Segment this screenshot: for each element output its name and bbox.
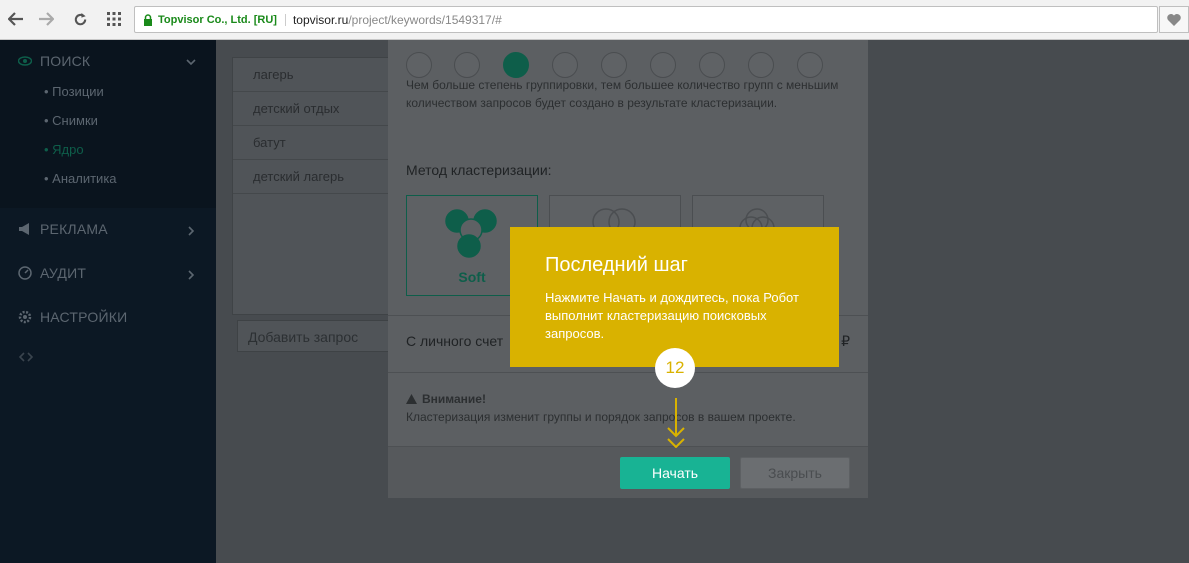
close-button[interactable]: Закрыть <box>740 457 850 489</box>
subitem-label: Позиции <box>52 84 104 99</box>
apps-button[interactable] <box>104 9 124 29</box>
arrow-left-icon <box>8 12 23 26</box>
currency-symbol: ₽ <box>841 333 850 349</box>
sidebar-item-label: ПОИСК <box>40 53 91 69</box>
tour-tooltip: Последний шаг Нажмите Начать и дождитесь… <box>510 227 839 367</box>
tooltip-title: Последний шаг <box>545 254 688 276</box>
warning-icon <box>406 394 417 404</box>
sidebar-item-ads[interactable]: РЕКЛАМА <box>18 221 108 237</box>
sidebar: ПОИСК • Позиции • Снимки • Ядро • Аналит… <box>0 40 216 563</box>
url-host: topvisor.ru <box>292 12 349 27</box>
chevron-right-icon[interactable] <box>188 270 195 280</box>
lock-icon <box>144 13 152 26</box>
chevron-right-icon[interactable] <box>188 226 195 236</box>
eye-icon <box>18 56 32 66</box>
sidebar-item-label: РЕКЛАМА <box>40 221 108 237</box>
chevron-down-icon[interactable] <box>186 59 196 66</box>
forward-button[interactable] <box>36 9 56 29</box>
warning-title: Внимание! <box>406 392 486 406</box>
modal-footer: Начать Закрыть <box>388 446 868 498</box>
degree-option[interactable] <box>454 52 480 78</box>
sidebar-item-label: НАСТРОЙКИ <box>40 309 128 325</box>
apps-grid-icon <box>107 12 121 26</box>
bookmark-button[interactable] <box>1159 6 1189 33</box>
sidebar-subitem-core[interactable]: • Ядро <box>44 142 84 157</box>
subitem-label: Аналитика <box>52 171 117 186</box>
degree-option[interactable] <box>650 52 676 78</box>
degree-option[interactable] <box>699 52 725 78</box>
back-button[interactable] <box>6 9 26 29</box>
certificate-label[interactable]: Topvisor Co., Ltd. [RU] <box>158 13 286 26</box>
heart-icon <box>1167 13 1181 26</box>
reload-icon <box>74 12 86 25</box>
arrow-down-icon <box>667 398 685 448</box>
soft-clusters-icon <box>445 209 497 258</box>
degree-option[interactable] <box>601 52 627 78</box>
start-button[interactable]: Начать <box>620 457 730 489</box>
divider <box>388 372 868 373</box>
degree-option[interactable] <box>406 52 432 78</box>
keywords-list: лагерь детский отдых батут детский лагер… <box>232 57 393 315</box>
sidebar-subitem-positions[interactable]: • Позиции <box>44 84 104 99</box>
reload-button[interactable] <box>70 9 90 29</box>
collapse-sidebar-icon[interactable] <box>18 352 34 362</box>
gear-icon <box>18 310 32 324</box>
address-bar[interactable]: Topvisor Co., Ltd. [RU] topvisor.ru/proj… <box>134 6 1158 33</box>
list-item[interactable]: батут <box>233 126 393 160</box>
tooltip-body: Нажмите Начать и дождитесь, пока Робот в… <box>545 290 799 341</box>
list-item[interactable]: детский лагерь <box>233 160 393 194</box>
sidebar-item-label: АУДИТ <box>40 265 87 281</box>
sidebar-item-audit[interactable]: АУДИТ <box>18 265 86 281</box>
url-path: /project/keywords/1549317/# <box>348 12 502 27</box>
list-item[interactable]: лагерь <box>233 58 393 92</box>
subitem-label: Ядро <box>52 142 84 157</box>
sidebar-item-search[interactable]: ПОИСК <box>18 53 90 69</box>
megaphone-icon <box>19 223 29 235</box>
subitem-label: Снимки <box>52 113 98 128</box>
warning-title-text: Внимание! <box>422 392 486 406</box>
degree-option[interactable] <box>552 52 578 78</box>
step-number-badge: 12 <box>655 348 695 388</box>
degree-option-selected[interactable] <box>503 52 529 78</box>
sidebar-subitem-analytics[interactable]: • Аналитика <box>44 171 117 186</box>
account-label: С личного счет <box>406 333 504 349</box>
list-item[interactable]: детский отдых <box>233 92 393 126</box>
degree-option[interactable] <box>748 52 774 78</box>
method-heading: Метод кластеризации: <box>406 162 552 178</box>
sidebar-subitem-snapshots[interactable]: • Снимки <box>44 113 98 128</box>
warning-text: Кластеризация изменит группы и порядок з… <box>406 410 796 424</box>
degree-option[interactable] <box>797 52 823 78</box>
arrow-right-icon <box>39 12 54 26</box>
grouping-description: Чем больше степень группировки, тем боль… <box>406 78 839 110</box>
sidebar-item-settings[interactable]: НАСТРОЙКИ <box>18 309 127 325</box>
browser-toolbar: Topvisor Co., Ltd. [RU] topvisor.ru/proj… <box>0 0 1189 40</box>
dashboard-icon <box>18 266 32 280</box>
add-keyword-input[interactable]: Добавить запрос <box>237 320 397 352</box>
